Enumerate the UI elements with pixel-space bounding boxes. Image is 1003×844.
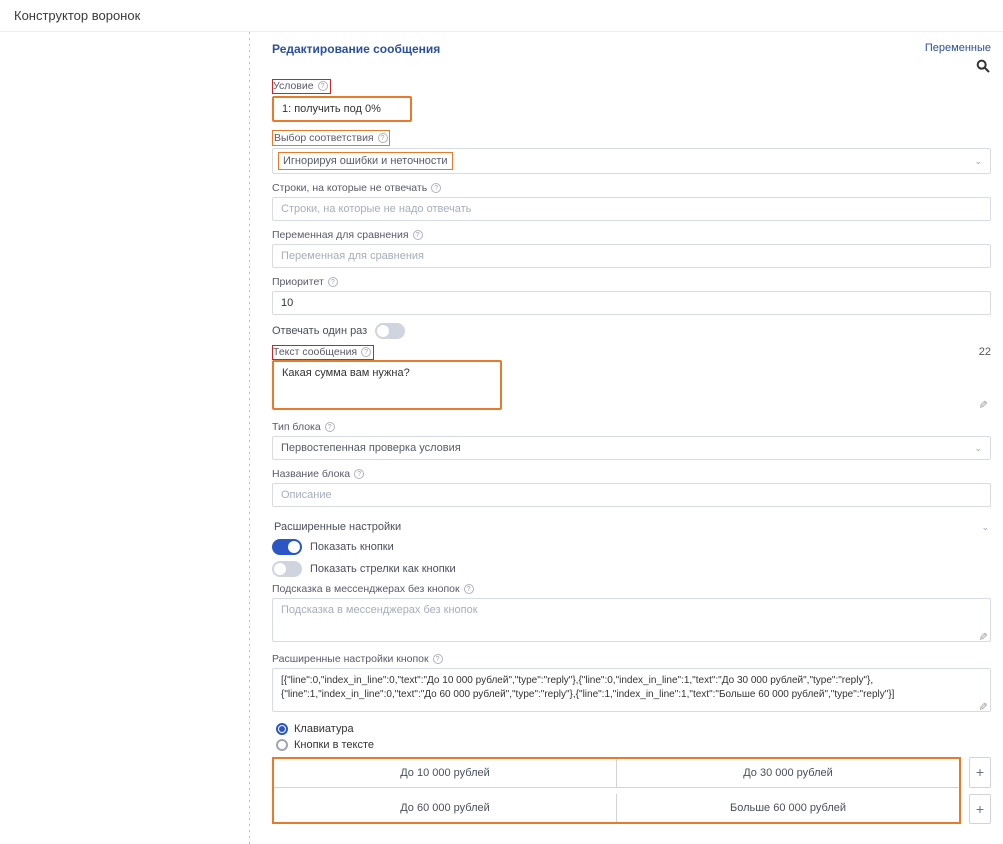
page-title: Конструктор воронок bbox=[0, 0, 1003, 32]
radio-keyboard-label: Клавиатура bbox=[294, 723, 354, 735]
radio-in-text-label: Кнопки в тексте bbox=[294, 739, 374, 751]
help-icon[interactable]: ? bbox=[354, 469, 364, 479]
help-icon[interactable]: ? bbox=[413, 230, 423, 240]
compare-var-input[interactable] bbox=[272, 244, 991, 268]
chevron-down-icon: ⌄ bbox=[981, 522, 989, 533]
chevron-down-icon: ⌄ bbox=[974, 156, 982, 167]
show-buttons-toggle[interactable] bbox=[272, 539, 302, 555]
condition-input[interactable] bbox=[272, 96, 412, 122]
kb-button-3[interactable]: До 60 000 рублей bbox=[274, 794, 617, 822]
condition-label: Условие bbox=[273, 80, 314, 92]
help-icon[interactable]: ? bbox=[378, 133, 388, 143]
help-icon[interactable]: ? bbox=[328, 277, 338, 287]
help-icon[interactable]: ? bbox=[318, 81, 328, 91]
ignore-lines-label: Строки, на которые не отвечать bbox=[272, 182, 427, 194]
panel-title: Редактирование сообщения bbox=[272, 42, 440, 56]
help-icon[interactable]: ? bbox=[325, 422, 335, 432]
priority-input[interactable] bbox=[272, 291, 991, 315]
resize-handle-icon[interactable]: ✎ bbox=[976, 400, 989, 409]
add-row-button[interactable]: + bbox=[969, 794, 991, 825]
resize-handle-icon[interactable]: ✎ bbox=[976, 632, 989, 641]
adv-buttons-label: Расширенные настройки кнопок bbox=[272, 653, 429, 665]
message-text-input[interactable] bbox=[272, 360, 502, 410]
block-type-select[interactable]: Первостепенная проверка условия ⌄ bbox=[272, 436, 991, 460]
block-name-input[interactable] bbox=[272, 483, 991, 507]
help-icon[interactable]: ? bbox=[433, 654, 443, 664]
kb-button-1[interactable]: До 10 000 рублей bbox=[274, 759, 617, 788]
search-icon[interactable] bbox=[925, 58, 991, 79]
block-type-label: Тип блока bbox=[272, 421, 321, 433]
show-buttons-label: Показать кнопки bbox=[310, 541, 394, 553]
ignore-lines-input[interactable] bbox=[272, 197, 991, 221]
chevron-down-icon: ⌄ bbox=[974, 443, 982, 454]
match-label: Выбор соответствия bbox=[274, 132, 374, 144]
message-text-counter: 22 bbox=[979, 346, 991, 358]
resize-handle-icon[interactable]: ✎ bbox=[976, 702, 989, 711]
hint-label: Подсказка в мессенджерах без кнопок bbox=[272, 583, 460, 595]
kb-button-4[interactable]: Больше 60 000 рублей bbox=[617, 794, 959, 822]
variables-link[interactable]: Переменные bbox=[925, 42, 991, 54]
kb-button-2[interactable]: До 30 000 рублей bbox=[617, 759, 959, 788]
add-row-button[interactable]: + bbox=[969, 757, 991, 788]
help-icon[interactable]: ? bbox=[431, 183, 441, 193]
answer-once-label: Отвечать один раз bbox=[272, 325, 367, 337]
help-icon[interactable]: ? bbox=[464, 584, 474, 594]
match-select[interactable]: Игнорируя ошибки и неточности ⌄ bbox=[272, 148, 991, 174]
priority-label: Приоритет bbox=[272, 276, 324, 288]
advanced-section-header[interactable]: Расширенные настройки ⌄ bbox=[272, 515, 991, 539]
editor-panel: Редактирование сообщения Переменные Усло… bbox=[250, 32, 1003, 844]
radio-in-text[interactable] bbox=[276, 739, 288, 751]
hint-input[interactable] bbox=[272, 598, 991, 642]
help-icon[interactable]: ? bbox=[361, 347, 371, 357]
show-arrows-toggle[interactable] bbox=[272, 561, 302, 577]
adv-buttons-input[interactable] bbox=[272, 668, 991, 712]
answer-once-toggle[interactable] bbox=[375, 323, 405, 339]
radio-keyboard[interactable] bbox=[276, 723, 288, 735]
message-text-label: Текст сообщения bbox=[273, 346, 357, 358]
block-name-label: Название блока bbox=[272, 468, 350, 480]
left-sidebar-gutter bbox=[0, 32, 250, 844]
compare-var-label: Переменная для сравнения bbox=[272, 229, 409, 241]
show-arrows-label: Показать стрелки как кнопки bbox=[310, 563, 456, 575]
